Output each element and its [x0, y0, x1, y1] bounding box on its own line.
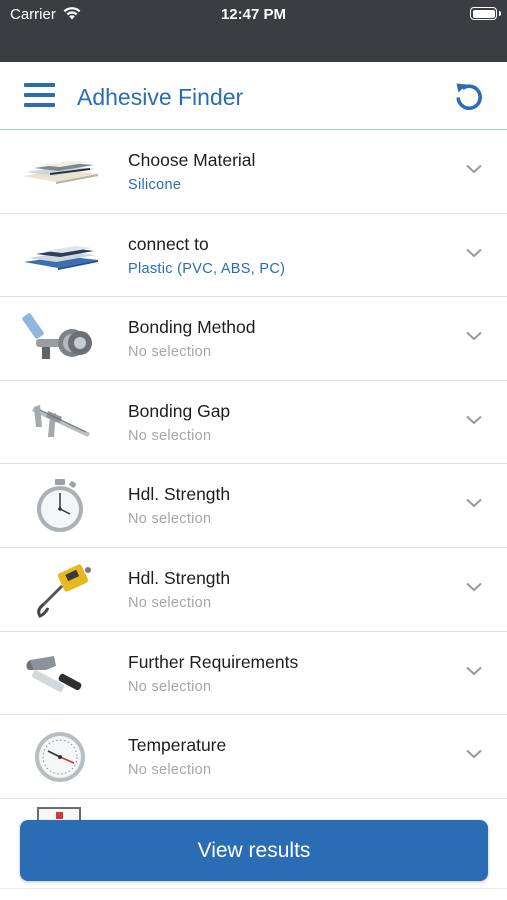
filter-value: No selection	[128, 678, 212, 695]
filter-list: Choose Material Silicone connect to Plas…	[0, 130, 507, 839]
filter-value: Plastic (PVC, ABS, PC)	[128, 260, 286, 277]
dispenser-gun-icon	[22, 313, 92, 360]
bottom-edge	[0, 888, 507, 900]
chevron-down-icon	[466, 582, 482, 592]
filter-row-handling-strength-time[interactable]: Hdl. Strength No selection	[0, 464, 507, 548]
chevron-down-icon	[466, 331, 482, 341]
stopwatch-icon	[37, 479, 83, 533]
filter-row-further-requirements[interactable]: Further Requirements No selection	[0, 632, 507, 716]
chevron-down-icon	[466, 666, 482, 675]
filter-label: Bonding Gap	[128, 400, 231, 421]
caliper-icon	[32, 404, 90, 437]
hammer-icon	[26, 655, 82, 692]
thermometer-dial-icon	[35, 732, 85, 783]
filter-row-material[interactable]: Choose Material Silicone	[0, 130, 507, 214]
filter-row-bonding-method[interactable]: Bonding Method No selection	[0, 297, 507, 381]
plastic-samples-icon	[24, 245, 98, 270]
filter-value: No selection	[128, 594, 212, 611]
view-results-button[interactable]: View results	[20, 820, 488, 881]
force-gauge-icon	[37, 564, 91, 618]
filter-value: No selection	[128, 427, 212, 444]
filter-label: connect to	[128, 233, 209, 254]
reset-icon[interactable]	[453, 80, 485, 112]
filter-value: No selection	[128, 511, 212, 528]
filter-label: Choose Material	[128, 150, 256, 170]
filter-value: No selection	[128, 762, 212, 779]
battery-icon	[470, 7, 501, 20]
page-title: Adhesive Finder	[77, 84, 244, 110]
chevron-down-icon	[466, 499, 482, 508]
filter-row-handling-strength-force[interactable]: Hdl. Strength No selection	[0, 548, 507, 632]
chevron-down-icon	[466, 248, 482, 257]
filter-row-connect-to[interactable]: connect to Plastic (PVC, ABS, PC)	[0, 214, 507, 298]
filter-label: Hdl. Strength	[128, 484, 231, 505]
filter-value: Silicone	[128, 177, 182, 193]
filter-label: Bonding Method	[128, 317, 256, 338]
status-bar: Carrier 12:47 PM	[0, 0, 507, 62]
filter-row-bonding-gap[interactable]: Bonding Gap No selection	[0, 381, 507, 465]
material-samples-icon	[22, 161, 98, 184]
filter-row-temperature[interactable]: Temperature No selection	[0, 715, 507, 799]
filter-label: Hdl. Strength	[128, 567, 231, 588]
filter-value: No selection	[128, 344, 212, 361]
chevron-down-icon	[466, 164, 482, 174]
chevron-down-icon	[466, 415, 482, 425]
filter-label: Temperature	[128, 735, 227, 756]
filter-label: Further Requirements	[128, 651, 299, 672]
chevron-down-icon	[466, 749, 482, 759]
clock: 12:47 PM	[220, 6, 287, 23]
navigation-bar: Adhesive Finder	[0, 62, 507, 130]
hamburger-menu-icon[interactable]	[24, 82, 56, 110]
